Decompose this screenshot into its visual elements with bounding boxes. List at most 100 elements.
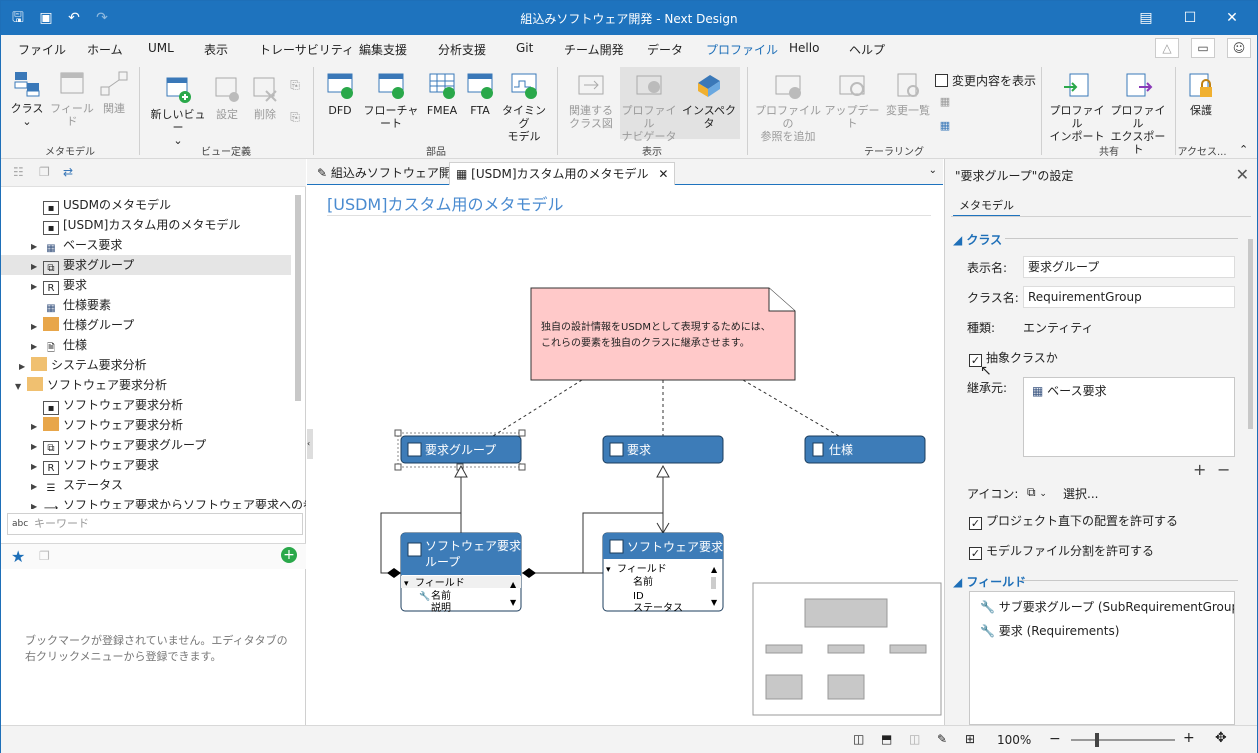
layout-left-icon[interactable]: ◫ — [853, 732, 864, 746]
tree-item[interactable]: ▪ ソフトウェア要求分析 — [31, 395, 183, 415]
inspector-button[interactable]: インスペクタ — [679, 71, 739, 130]
comment-icon[interactable]: ▭ — [1191, 38, 1215, 58]
tree-item[interactable]: ▶ ⧉ ソフトウェア要求グループ — [31, 435, 206, 455]
view-delete-button[interactable]: 削除 — [247, 75, 283, 121]
scroll-up-icon[interactable]: ▲ — [711, 565, 718, 574]
profile-import-button[interactable]: プロファイル インポート — [1047, 71, 1107, 143]
add-profile-reference-button[interactable]: プロファイルの 参照を追加 — [753, 71, 823, 143]
star-icon[interactable]: ★ — [11, 547, 25, 566]
display-name-input[interactable]: 要求グループ — [1023, 256, 1235, 278]
field-list-item[interactable]: 🔧 サブ要求グループ (SubRequirementGroups — [980, 598, 1234, 615]
class-button[interactable]: クラス ⌄ — [7, 69, 47, 128]
zoom-slider-thumb[interactable] — [1095, 733, 1099, 747]
layout-split-icon[interactable]: ◫ — [909, 732, 920, 746]
menu-profile[interactable]: プロファイル — [703, 41, 781, 64]
protect-button[interactable]: 保護 — [1181, 71, 1221, 117]
add-icon[interactable]: + — [1193, 460, 1206, 479]
collapse-icon[interactable]: ▾ — [404, 579, 409, 589]
menu-file[interactable]: ファイル — [18, 41, 66, 58]
properties-scrollbar[interactable] — [1248, 239, 1253, 429]
collapse-icon[interactable]: ▾ — [606, 565, 611, 575]
dfd-button[interactable]: DFD — [321, 71, 359, 117]
tree-item-selected[interactable]: ▶ ⧉ 要求グループ — [1, 255, 291, 275]
view-settings-button[interactable]: 設定 — [209, 75, 245, 121]
copy-view-icon[interactable]: ⎘ — [287, 79, 303, 92]
show-changes-checkbox[interactable]: 変更内容を表示 — [935, 72, 1036, 89]
diagram-canvas[interactable]: 独自の設計情報をUSDMとして表現するためには、 これらの要素を独自のクラスに継… — [307, 159, 943, 725]
profile-navigator-button[interactable]: プロファイル ナビゲータ — [621, 71, 677, 143]
resize-handle[interactable] — [518, 429, 526, 437]
tab-metamodel-props[interactable]: メタモデル — [953, 195, 1020, 217]
maximize-button[interactable]: ☐ — [1167, 1, 1213, 35]
class-name-input[interactable]: RequirementGroup — [1023, 286, 1235, 308]
fit-to-window-icon[interactable]: ✥ — [1215, 730, 1227, 746]
collapse-ribbon-icon[interactable]: ⌃ — [1239, 143, 1248, 156]
section-class-header[interactable]: ◢ クラス — [953, 231, 1002, 248]
field-list-item[interactable]: 🔧 要求 (Requirements) — [980, 622, 1119, 639]
layout-bottom-icon[interactable]: ⬒ — [881, 732, 892, 746]
zoom-out-icon[interactable]: − — [1049, 731, 1061, 747]
tree-item[interactable]: ▼ ソフトウェア要求分析 — [15, 375, 167, 395]
inherit-list[interactable]: ▦ ベース要求 — [1023, 377, 1235, 457]
tree-scrollbar[interactable] — [295, 195, 301, 401]
tree-item[interactable]: ▶ R ソフトウェア要求 — [31, 455, 159, 475]
feedback-icon[interactable]: ☺ — [1227, 38, 1251, 58]
note-shape[interactable] — [530, 287, 796, 381]
tree-item[interactable]: ▪ [USDM]カスタム用のメタモデル — [31, 215, 240, 235]
zoom-in-icon[interactable]: + — [1183, 730, 1195, 746]
tree-item[interactable]: ▶ 仕様グループ — [31, 315, 134, 335]
flowchart-button[interactable]: フローチャート — [359, 71, 423, 130]
section-fields-header[interactable]: ◢ フィールド — [953, 573, 1026, 590]
account-icon[interactable]: △ — [1155, 38, 1179, 58]
menu-help[interactable]: ヘルプ — [849, 41, 885, 58]
tree-item[interactable]: ▶ システム要求分析 — [19, 355, 147, 375]
sync-icon[interactable]: ⇄ — [63, 165, 73, 179]
timing-model-button[interactable]: タイミング モデル — [497, 71, 551, 143]
scroll-down-icon[interactable]: ▼ — [510, 598, 517, 607]
menu-data[interactable]: データ — [647, 41, 683, 58]
tree-item[interactable]: ▶ ソフトウェア要求分析 — [31, 415, 183, 435]
new-view-button[interactable]: 新しいビュー ⌄ — [147, 75, 209, 147]
fmea-button[interactable]: FMEA — [423, 71, 461, 117]
keyword-search-input[interactable]: abc キーワード — [7, 513, 303, 535]
menu-team[interactable]: チーム開発 — [564, 41, 624, 58]
paste-view-icon[interactable]: ⎘ — [287, 111, 303, 124]
menu-git[interactable]: Git — [516, 41, 533, 55]
edit-mode-icon[interactable]: ✎ — [937, 732, 947, 746]
tree-item[interactable]: ▪ USDMのメタモデル — [31, 195, 171, 215]
field-button[interactable]: フィールド — [49, 69, 95, 128]
scroll-down-icon[interactable]: ▼ — [711, 598, 718, 607]
menu-view[interactable]: 表示 — [204, 41, 228, 58]
allow-split-checkbox[interactable]: ✓ モデルファイル分割を許可する — [969, 542, 1154, 560]
tree-item[interactable]: ▦ 仕様要素 — [31, 295, 111, 315]
related-class-diagram-button[interactable]: 関連する クラス図 — [563, 71, 619, 130]
menu-uml[interactable]: UML — [148, 41, 174, 55]
allow-root-checkbox[interactable]: ✓ プロジェクト直下の配置を許可する — [969, 512, 1178, 530]
relation-button[interactable]: 関連 — [97, 69, 131, 115]
menu-analysis-support[interactable]: 分析支援 — [438, 41, 486, 58]
zoom-slider[interactable] — [1071, 739, 1175, 741]
select-icon-link[interactable]: 選択... — [1063, 485, 1098, 502]
tree-item[interactable]: ▶ R 要求 — [31, 275, 87, 295]
add-bookmark-icon[interactable]: + — [281, 547, 297, 563]
tree-view-icon[interactable]: ☷ — [13, 165, 24, 179]
menu-home[interactable]: ホーム — [87, 41, 123, 58]
menu-traceability[interactable]: トレーサビリティ — [259, 41, 354, 58]
tree-item[interactable]: ▶ 🗎 仕様 — [31, 335, 87, 355]
resize-handle[interactable] — [394, 463, 402, 471]
menu-hello[interactable]: Hello — [789, 41, 819, 55]
field-scrollbar[interactable] — [711, 577, 716, 589]
toggle-icon[interactable]: ⊞ — [965, 732, 975, 746]
menu-edit-support[interactable]: 編集支援 — [359, 41, 407, 58]
tailoring-option-icon[interactable]: ▦ — [937, 95, 953, 108]
inherit-list-item[interactable]: ▦ ベース要求 — [1032, 382, 1107, 399]
copy-icon[interactable]: ❐ — [39, 165, 50, 179]
close-panel-icon[interactable]: ✕ — [1236, 165, 1249, 184]
remove-icon[interactable]: − — [1217, 460, 1230, 479]
bookmark-list-icon[interactable]: ❐ — [39, 549, 50, 563]
icon-picker[interactable]: ⧉ ⌄ — [1027, 485, 1047, 500]
tree-item[interactable]: ▶ ▦ ベース要求 — [31, 235, 122, 255]
resize-handle[interactable] — [518, 463, 526, 471]
scroll-up-icon[interactable]: ▲ — [510, 580, 517, 589]
resize-handle[interactable] — [394, 429, 402, 437]
